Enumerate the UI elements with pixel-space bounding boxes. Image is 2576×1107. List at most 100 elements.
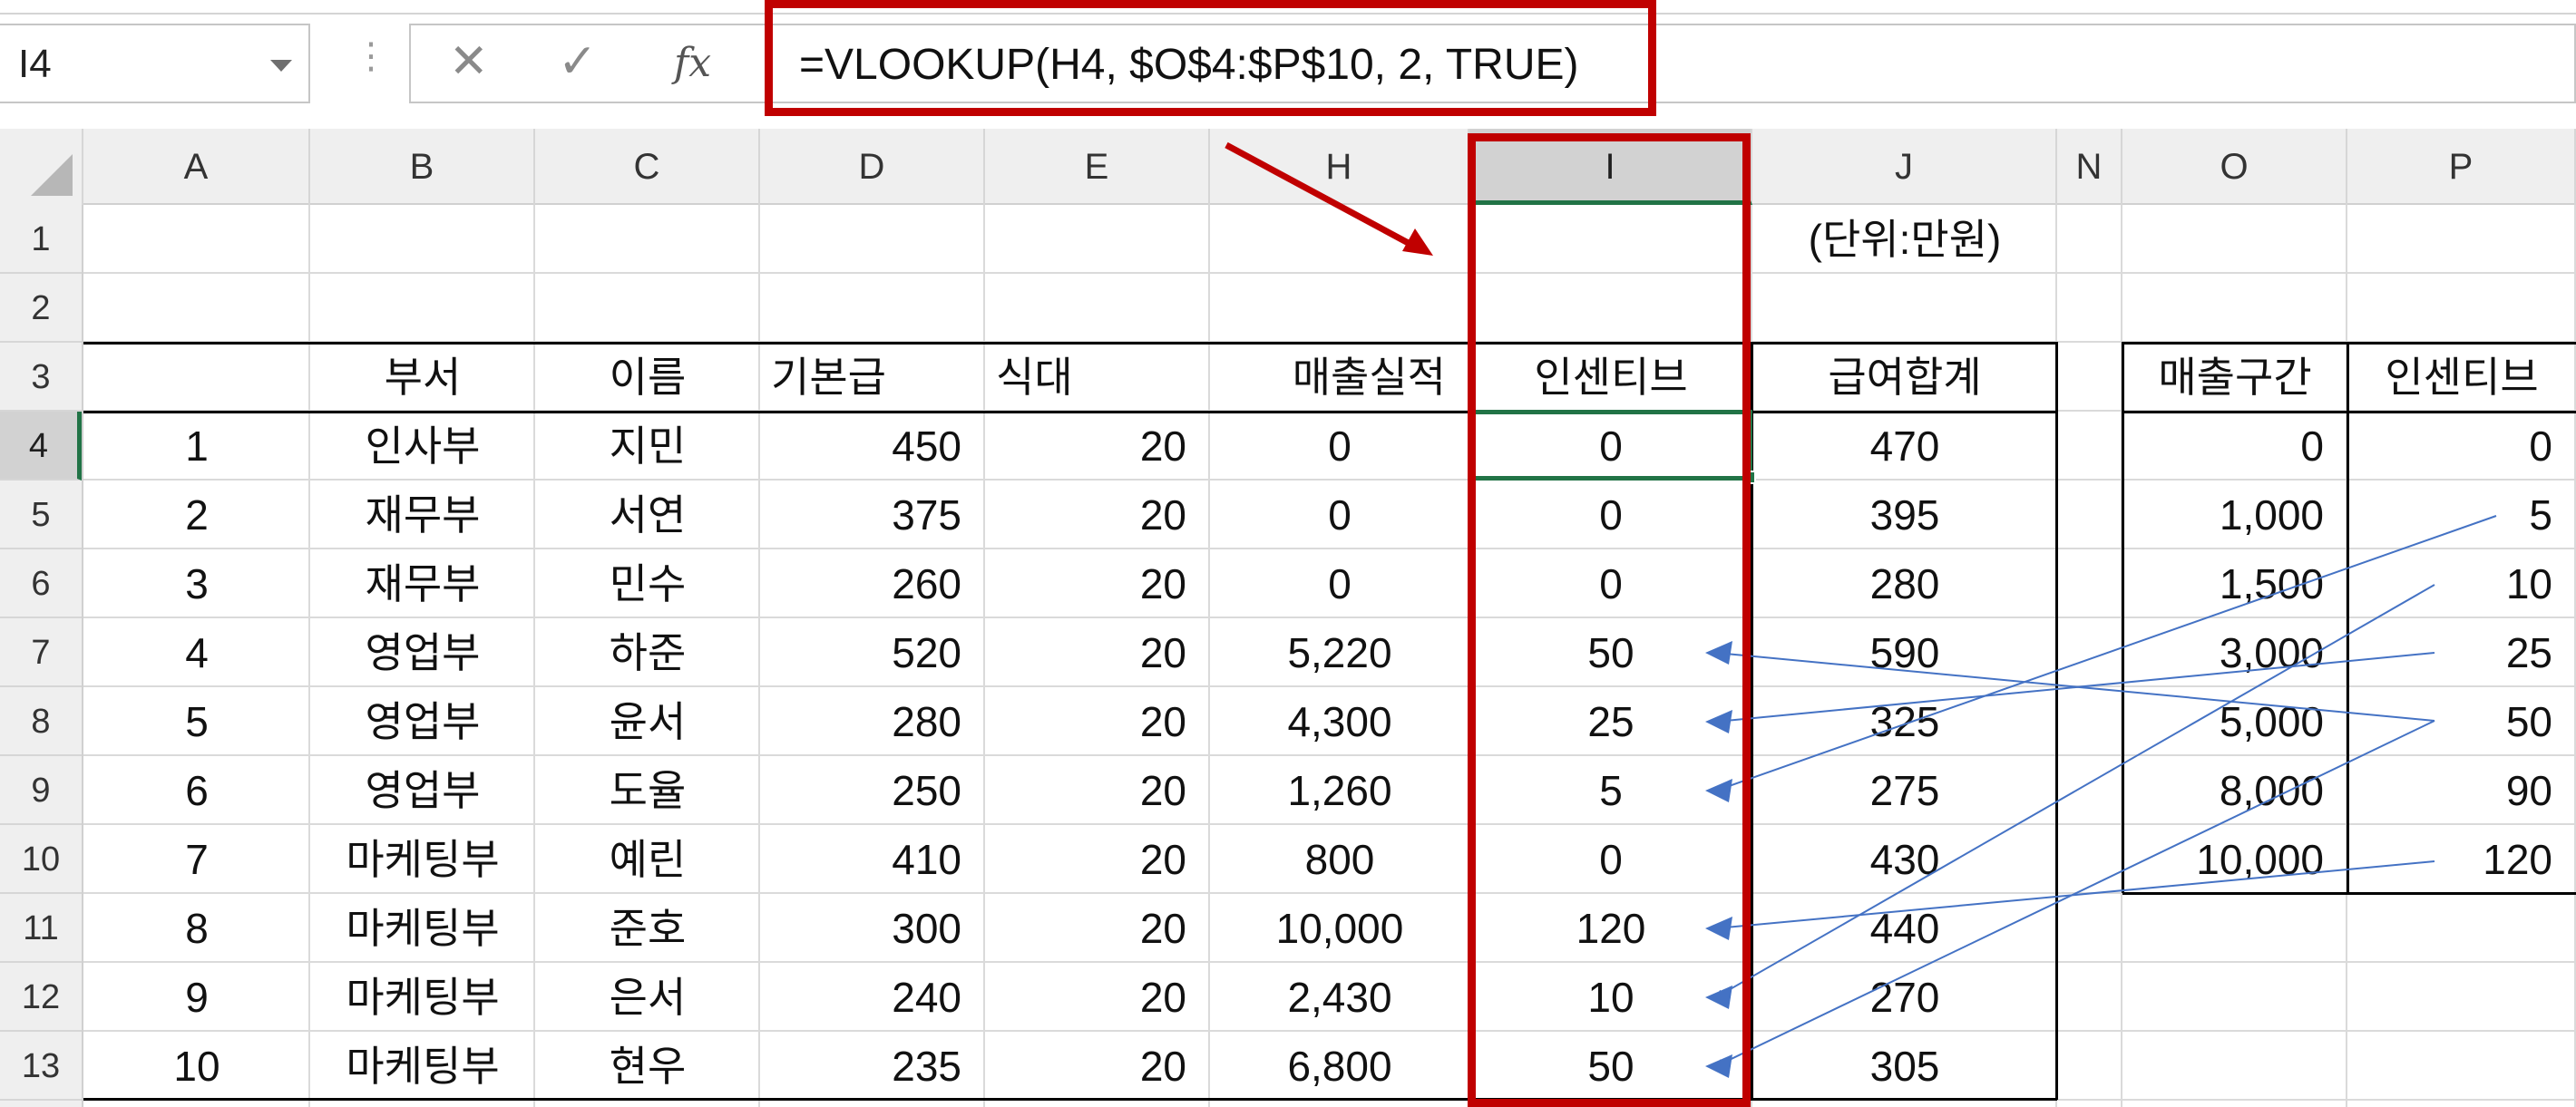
table-cell[interactable]: 8 xyxy=(83,894,310,963)
row-header-10[interactable]: 10 xyxy=(0,825,82,894)
insert-function-fx-icon[interactable]: fx xyxy=(674,44,711,83)
row-header-1[interactable]: 1 xyxy=(0,205,82,274)
table-cell[interactable]: 마케팅부 xyxy=(310,963,535,1032)
header-cell[interactable]: 매출실적 xyxy=(1210,343,1469,412)
table-cell[interactable]: 서연 xyxy=(535,481,760,549)
name-box-value[interactable]: I4 xyxy=(18,42,52,87)
table-cell[interactable]: 280 xyxy=(1752,549,2057,618)
table-cell[interactable]: 20 xyxy=(985,963,1210,1032)
row-header-3[interactable]: 3 xyxy=(0,343,82,412)
row-header-8[interactable]: 8 xyxy=(0,687,82,756)
table-cell[interactable]: 예린 xyxy=(535,825,760,894)
table-cell[interactable]: 270 xyxy=(1752,963,2057,1032)
table-cell[interactable]: 영업부 xyxy=(310,687,535,756)
table-cell[interactable]: 450 xyxy=(760,412,985,481)
table-cell[interactable]: 하준 xyxy=(535,618,760,687)
column-header-p[interactable]: P xyxy=(2347,129,2576,205)
lookup-cell[interactable]: 5,000 xyxy=(2122,687,2347,756)
table-cell[interactable]: 마케팅부 xyxy=(310,1032,535,1101)
table-cell[interactable]: 윤서 xyxy=(535,687,760,756)
lookup-cell[interactable]: 10,000 xyxy=(2122,825,2347,894)
table-cell[interactable]: 재무부 xyxy=(310,481,535,549)
table-cell[interactable]: 20 xyxy=(985,1032,1210,1101)
table-cell[interactable]: 235 xyxy=(760,1032,985,1101)
row-header-13[interactable]: 13 xyxy=(0,1032,82,1101)
row-header-4[interactable]: 4 xyxy=(0,412,82,481)
table-cell[interactable]: 은서 xyxy=(535,963,760,1032)
header-cell[interactable]: 기본급 xyxy=(760,343,985,412)
chevron-down-icon[interactable] xyxy=(270,60,292,72)
table-cell[interactable]: 지민 xyxy=(535,412,760,481)
row-header-2[interactable]: 2 xyxy=(0,274,82,343)
vertical-dots-icon[interactable]: ⋮ xyxy=(353,38,389,74)
lookup-cell[interactable]: 90 xyxy=(2347,756,2576,825)
lookup-cell[interactable]: 10 xyxy=(2347,549,2576,618)
table-cell[interactable]: 325 xyxy=(1752,687,2057,756)
table-cell[interactable]: 440 xyxy=(1752,894,2057,963)
row-header-9[interactable]: 9 xyxy=(0,756,82,825)
table-cell[interactable]: 20 xyxy=(985,412,1210,481)
table-cell[interactable]: 20 xyxy=(985,756,1210,825)
table-cell[interactable]: 현우 xyxy=(535,1032,760,1101)
table-cell[interactable]: 0 xyxy=(1210,549,1469,618)
table-cell[interactable]: 275 xyxy=(1752,756,2057,825)
column-header-c[interactable]: C xyxy=(535,129,760,205)
lookup-cell[interactable]: 8,000 xyxy=(2122,756,2347,825)
lookup-header-cell[interactable]: 인센티브 xyxy=(2347,343,2576,412)
lookup-cell[interactable]: 1,000 xyxy=(2122,481,2347,549)
lookup-cell[interactable]: 0 xyxy=(2122,412,2347,481)
lookup-cell[interactable]: 1,500 xyxy=(2122,549,2347,618)
header-cell[interactable]: 식대 xyxy=(985,343,1210,412)
table-cell[interactable]: 20 xyxy=(985,687,1210,756)
lookup-cell[interactable]: 3,000 xyxy=(2122,618,2347,687)
unit-note-cell[interactable]: (단위:만원) xyxy=(1752,205,2057,274)
table-cell[interactable]: 20 xyxy=(985,549,1210,618)
cell-grid[interactable]: (단위:만원) 부서 이름 기본급 식대 매출실적 인센티브 급여합계 1 인사부 지민 450 20 0… xyxy=(83,205,2576,1107)
column-header-j[interactable]: J xyxy=(1752,129,2057,205)
lookup-cell[interactable]: 0 xyxy=(2347,412,2576,481)
table-cell[interactable]: 260 xyxy=(760,549,985,618)
lookup-header-cell[interactable]: 매출구간 xyxy=(2122,343,2347,412)
table-cell[interactable]: 마케팅부 xyxy=(310,894,535,963)
table-cell[interactable]: 20 xyxy=(985,825,1210,894)
column-header-e[interactable]: E xyxy=(985,129,1210,205)
row-header-11[interactable]: 11 xyxy=(0,894,82,963)
enter-check-icon[interactable]: ✓ xyxy=(558,38,598,85)
table-cell[interactable]: 520 xyxy=(760,618,985,687)
table-cell[interactable]: 0 xyxy=(1210,481,1469,549)
column-header-b[interactable]: B xyxy=(310,129,535,205)
table-cell[interactable]: 1 xyxy=(83,412,310,481)
table-cell[interactable]: 5 xyxy=(83,687,310,756)
header-cell[interactable]: 부서 xyxy=(310,343,535,412)
row-header-6[interactable]: 6 xyxy=(0,549,82,618)
table-cell[interactable]: 240 xyxy=(760,963,985,1032)
table-cell[interactable]: 430 xyxy=(1752,825,2057,894)
cancel-x-icon[interactable]: ✕ xyxy=(449,38,489,85)
table-cell[interactable]: 10,000 xyxy=(1210,894,1469,963)
table-cell[interactable]: 인사부 xyxy=(310,412,535,481)
table-cell[interactable]: 0 xyxy=(1210,412,1469,481)
table-cell[interactable]: 395 xyxy=(1752,481,2057,549)
table-cell[interactable]: 3 xyxy=(83,549,310,618)
table-cell[interactable]: 4,300 xyxy=(1210,687,1469,756)
table-cell[interactable]: 2,430 xyxy=(1210,963,1469,1032)
table-cell[interactable]: 10 xyxy=(83,1032,310,1101)
column-header-d[interactable]: D xyxy=(760,129,985,205)
table-cell[interactable]: 6 xyxy=(83,756,310,825)
table-cell[interactable]: 마케팅부 xyxy=(310,825,535,894)
name-box[interactable]: I4 xyxy=(0,24,310,103)
table-cell[interactable]: 민수 xyxy=(535,549,760,618)
table-cell[interactable]: 20 xyxy=(985,894,1210,963)
column-header-h[interactable]: H xyxy=(1210,129,1469,205)
column-header-n[interactable]: N xyxy=(2057,129,2122,205)
table-cell[interactable]: 9 xyxy=(83,963,310,1032)
table-cell[interactable]: 2 xyxy=(83,481,310,549)
table-cell[interactable]: 305 xyxy=(1752,1032,2057,1101)
table-cell[interactable]: 20 xyxy=(985,618,1210,687)
table-cell[interactable]: 800 xyxy=(1210,825,1469,894)
table-cell[interactable]: 375 xyxy=(760,481,985,549)
row-header-12[interactable]: 12 xyxy=(0,963,82,1032)
row-header-7[interactable]: 7 xyxy=(0,618,82,687)
lookup-cell[interactable]: 5 xyxy=(2347,481,2576,549)
table-cell[interactable]: 590 xyxy=(1752,618,2057,687)
